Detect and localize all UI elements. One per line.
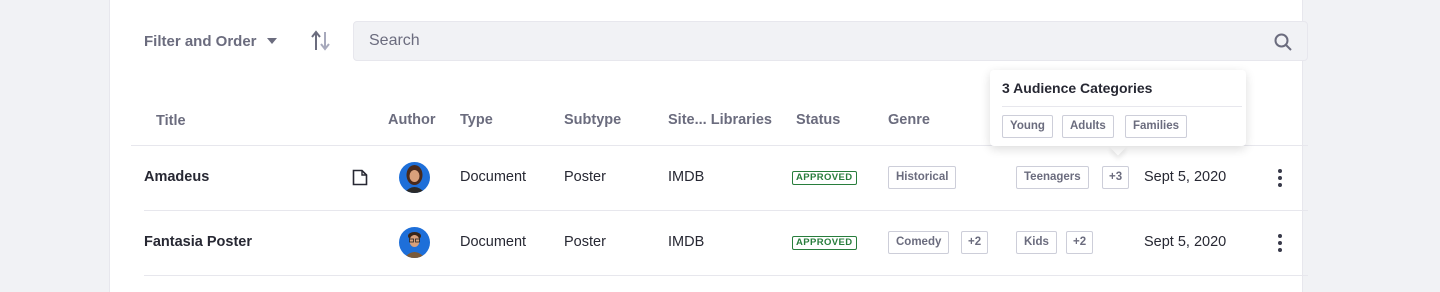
- column-header-title[interactable]: Title: [156, 113, 186, 129]
- status-badge: APPROVED: [792, 236, 857, 250]
- audience-more-button[interactable]: +3: [1102, 166, 1130, 189]
- row-divider: [144, 275, 1308, 276]
- kebab-dot-icon: [1278, 241, 1282, 245]
- column-header-subtype[interactable]: Subtype: [564, 112, 621, 128]
- genre-more-button[interactable]: +2: [961, 231, 989, 254]
- popover-category-label: Families: [1125, 115, 1188, 138]
- row-title[interactable]: Amadeus: [144, 169, 209, 185]
- kebab-dot-icon: [1278, 169, 1282, 173]
- popover-category-label: Adults: [1062, 115, 1114, 138]
- genre-label: Comedy: [888, 231, 950, 254]
- document-icon: [352, 169, 368, 186]
- column-header-status[interactable]: Status: [796, 112, 840, 128]
- genre-label: Historical: [888, 166, 957, 189]
- column-header-author[interactable]: Author: [388, 112, 436, 128]
- kebab-dot-icon: [1278, 248, 1282, 252]
- table-row: [131, 146, 1308, 210]
- audience-more-button[interactable]: +2: [1066, 231, 1094, 254]
- kebab-dot-icon: [1278, 183, 1282, 187]
- caret-down-icon: [266, 38, 277, 44]
- column-header-site-libraries[interactable]: Site... Libraries: [668, 112, 772, 128]
- row-subtype: Poster: [564, 234, 606, 250]
- search-bar: [353, 21, 1308, 61]
- search-icon[interactable]: [1273, 32, 1293, 52]
- row-site: IMDB: [668, 234, 705, 250]
- popover-title: 3 Audience Categories: [1002, 80, 1153, 96]
- sort-arrows-icon: [311, 30, 330, 51]
- row-subtype: Poster: [564, 169, 606, 185]
- row-actions-kebab-button[interactable]: [1277, 234, 1283, 252]
- row-date: Sept 5, 2020: [1144, 234, 1227, 250]
- kebab-dot-icon: [1278, 234, 1282, 238]
- row-type: Document: [460, 234, 527, 250]
- audience-categories-popover: 3 Audience Categories Young Adults Famil…: [990, 70, 1246, 146]
- column-header-type[interactable]: Type: [460, 112, 493, 128]
- search-input[interactable]: [354, 22, 1254, 60]
- audience-label: Kids: [1016, 231, 1057, 254]
- sort-order-button[interactable]: [310, 29, 332, 53]
- popover-divider: [1002, 106, 1242, 107]
- row-title[interactable]: Fantasia Poster: [144, 234, 252, 250]
- row-date: Sept 5, 2020: [1144, 169, 1227, 185]
- row-actions-kebab-button[interactable]: [1277, 169, 1283, 187]
- filter-and-order-label: Filter and Order: [144, 32, 257, 50]
- audience-label: Teenagers: [1016, 166, 1089, 189]
- popover-category-label: Young: [1002, 115, 1053, 138]
- status-badge: APPROVED: [792, 171, 857, 185]
- author-avatar[interactable]: [399, 227, 430, 258]
- filter-and-order-dropdown[interactable]: Filter and Order: [144, 31, 277, 51]
- kebab-dot-icon: [1278, 176, 1282, 180]
- column-header-genre[interactable]: Genre: [888, 112, 930, 128]
- author-avatar[interactable]: [399, 162, 430, 193]
- table-row: [131, 211, 1308, 275]
- row-type: Document: [460, 169, 527, 185]
- row-site: IMDB: [668, 169, 705, 185]
